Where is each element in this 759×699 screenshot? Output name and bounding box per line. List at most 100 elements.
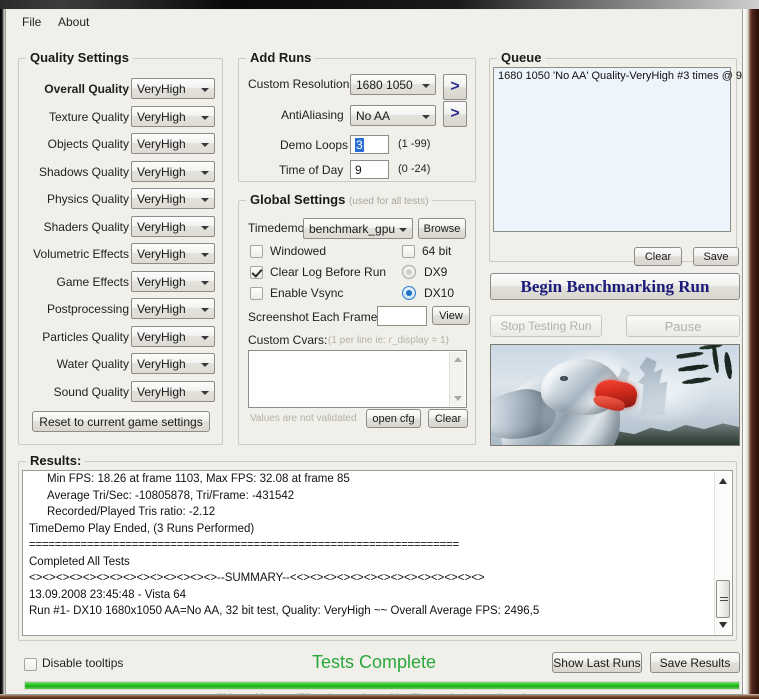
custom-cvars-scrollbar[interactable]: [449, 352, 465, 406]
results-line: ========================================…: [29, 539, 459, 551]
64bit-checkbox[interactable]: [402, 245, 415, 258]
quality-row: Sound Quality VeryHigh: [18, 380, 223, 405]
antialiasing-value: No AA: [356, 109, 391, 123]
time-of-day-input[interactable]: 9: [350, 160, 389, 179]
demo-loops-input[interactable]: 3: [350, 135, 389, 154]
quality-combo[interactable]: VeryHigh: [131, 353, 215, 374]
reset-to-game-settings-button[interactable]: Reset to current game settings: [32, 411, 210, 432]
antialiasing-label: AntiAliasing: [281, 108, 344, 122]
browse-timedemo-button[interactable]: Browse: [418, 218, 466, 239]
add-single-run-button[interactable]: >: [443, 74, 467, 100]
quality-combo[interactable]: VeryHigh: [131, 215, 215, 237]
menu-item-about[interactable]: About: [54, 14, 93, 30]
values-not-validated-note: Values are not validated: [250, 413, 357, 424]
chevron-down-icon: [201, 280, 209, 285]
quality-combo[interactable]: VeryHigh: [131, 298, 215, 319]
quality-row: Particles Quality VeryHigh: [18, 325, 223, 350]
quality-combo[interactable]: VeryHigh: [131, 380, 215, 402]
menu-item-file[interactable]: File: [18, 14, 45, 30]
open-cfg-button[interactable]: open cfg: [366, 409, 421, 428]
time-of-day-value: 9: [355, 163, 362, 177]
scroll-down-icon[interactable]: [719, 622, 727, 628]
results-log[interactable]: Min FPS: 18.26 at frame 1103, Max FPS: 3…: [22, 470, 733, 636]
dx10-radio[interactable]: [402, 286, 416, 300]
menu-bar: File About: [6, 10, 742, 32]
clear-cvars-button[interactable]: Clear: [428, 409, 468, 428]
quality-combo[interactable]: VeryHigh: [131, 78, 215, 99]
stop-testing-run-button[interactable]: Stop Testing Run: [490, 315, 602, 337]
screenshot-each-frame-input[interactable]: [377, 306, 427, 326]
dx9-radio[interactable]: [402, 265, 416, 279]
quality-label: Volumetric Effects: [33, 247, 129, 261]
show-last-runs-button[interactable]: Show Last Runs: [552, 652, 642, 673]
time-of-day-label: Time of Day: [279, 163, 344, 177]
timedemo-label: Timedemo: [248, 221, 305, 235]
begin-benchmarking-run-button[interactable]: Begin Benchmarking Run: [490, 273, 740, 300]
dx9-label: DX9: [424, 265, 448, 279]
scroll-up-icon[interactable]: [454, 357, 462, 362]
view-screenshot-button[interactable]: View: [432, 306, 470, 325]
queue-save-button[interactable]: Save: [693, 247, 739, 266]
results-line: <><><><><><><><><><><><><><>--SUMMARY--<…: [29, 572, 485, 584]
window-frame-right: [743, 9, 759, 699]
timedemo-value: benchmark_gpu: [309, 222, 396, 236]
queue-list-item[interactable]: 1680 1050 'No AA' Quality-VeryHigh #3 ti…: [494, 68, 742, 82]
quality-combo[interactable]: VeryHigh: [131, 325, 215, 347]
quality-combo[interactable]: VeryHigh: [131, 160, 215, 182]
quality-row: Objects Quality VeryHigh: [18, 133, 223, 157]
add-all-runs-button[interactable]: >: [443, 101, 467, 127]
quality-label: Overall Quality: [44, 82, 129, 96]
timedemo-combo[interactable]: benchmark_gpu: [303, 218, 413, 239]
clear-log-before-run-label: Clear Log Before Run: [270, 265, 387, 279]
quality-combo-value: VeryHigh: [137, 274, 186, 289]
quality-combo-value: VeryHigh: [137, 384, 186, 399]
chevron-down-icon: [201, 88, 209, 92]
progress-bar-fill: [25, 682, 739, 689]
quality-row: Postprocessing VeryHigh: [18, 298, 223, 322]
chevron-down-icon: [201, 198, 209, 202]
quality-row: Water Quality VeryHigh: [18, 353, 223, 377]
artwork-palm-fronds: [675, 345, 739, 410]
quality-combo[interactable]: VeryHigh: [131, 270, 215, 292]
add-runs-group: Add Runs Custom Resolution 1680 1050 Ant…: [238, 50, 476, 182]
quality-label: Shaders Quality: [43, 219, 129, 234]
pause-button[interactable]: Pause: [626, 315, 740, 337]
clear-log-before-run-checkbox[interactable]: [250, 266, 263, 279]
quality-row: Overall Quality VeryHigh: [18, 78, 223, 102]
quality-label: Objects Quality: [47, 137, 129, 151]
custom-resolution-combo[interactable]: 1680 1050: [350, 74, 436, 95]
scroll-down-icon[interactable]: [454, 396, 462, 401]
quality-combo-value: VeryHigh: [137, 357, 186, 371]
windowed-checkbox[interactable]: [250, 245, 263, 258]
quality-combo[interactable]: VeryHigh: [131, 105, 215, 127]
quality-label: Particles Quality: [42, 329, 129, 344]
demo-loops-label: Demo Loops: [280, 138, 349, 152]
quality-row: Physics Quality VeryHigh: [18, 188, 223, 212]
scrollbar-thumb[interactable]: [716, 580, 730, 618]
quality-combo[interactable]: VeryHigh: [131, 188, 215, 209]
artwork-helmet-lens: [560, 375, 568, 381]
antialiasing-combo[interactable]: No AA: [350, 105, 436, 126]
results-group: Results: Min FPS: 18.26 at frame 1103, M…: [18, 453, 737, 641]
quality-label: Game Effects: [56, 274, 129, 289]
scroll-up-icon[interactable]: [719, 478, 727, 484]
progress-bar: [24, 681, 740, 690]
save-results-button[interactable]: Save Results: [650, 652, 740, 673]
queue-listbox[interactable]: 1680 1050 'No AA' Quality-VeryHigh #3 ti…: [493, 67, 742, 232]
chevron-down-icon: [201, 363, 209, 367]
custom-cvars-textarea[interactable]: [248, 350, 467, 408]
custom-resolution-label: Custom Resolution: [248, 77, 350, 91]
queue-clear-button[interactable]: Clear: [634, 247, 682, 266]
chevron-down-icon: [201, 225, 209, 230]
results-scrollbar[interactable]: [714, 472, 731, 634]
quality-combo[interactable]: VeryHigh: [131, 133, 215, 154]
chevron-down-icon: [201, 115, 209, 120]
queue-title: Queue: [497, 50, 546, 65]
quality-combo[interactable]: VeryHigh: [131, 243, 215, 264]
results-line: TimeDemo Play Ended, (3 Runs Performed): [29, 522, 255, 535]
results-line: Run #1- DX10 1680x1050 AA=No AA, 32 bit …: [29, 605, 540, 617]
global-settings-title: Global Settings (used for all tests): [246, 192, 433, 207]
quality-combo-value: VeryHigh: [137, 137, 186, 151]
results-line: Average Tri/Sec: -10805878, Tri/Frame: -…: [47, 489, 295, 502]
enable-vsync-checkbox[interactable]: [250, 287, 263, 300]
